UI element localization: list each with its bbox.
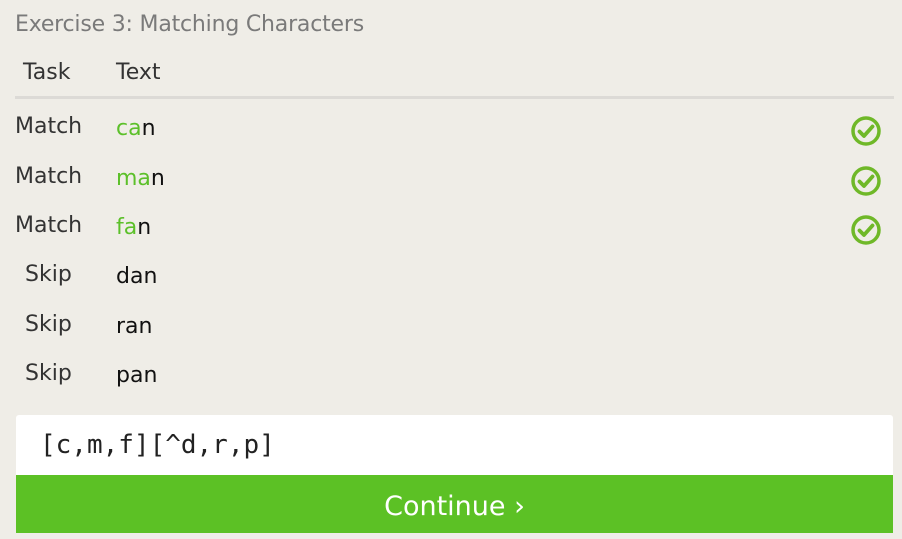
unmatched-text: ran: [116, 314, 153, 339]
unmatched-text: pan: [116, 363, 158, 388]
task-column-header: Task: [23, 60, 71, 85]
row-text: man: [116, 166, 165, 191]
row-text: can: [116, 116, 156, 141]
text-column-header: Text: [116, 60, 161, 85]
check-icon: [851, 116, 881, 146]
task-label: Skip: [25, 361, 72, 386]
matched-text: fa: [116, 215, 138, 240]
row-text: dan: [116, 264, 157, 289]
unmatched-text: dan: [116, 264, 158, 289]
unmatched-text: n: [137, 215, 152, 240]
regex-input[interactable]: [40, 425, 860, 465]
matched-text: ca: [116, 116, 142, 141]
check-icon: [851, 215, 881, 245]
table-row: Match can: [15, 114, 894, 154]
continue-button[interactable]: Continue ›: [16, 475, 893, 533]
row-text: fan: [116, 215, 151, 240]
table-row: Skip dan: [15, 262, 894, 302]
task-label: Match: [15, 164, 83, 189]
table-row: Match man: [15, 164, 894, 204]
task-label: Skip: [25, 312, 72, 337]
task-label: Match: [15, 213, 83, 238]
row-text: pan: [116, 363, 157, 388]
exercise-title: Exercise 3: Matching Characters: [15, 12, 364, 37]
row-text: ran: [116, 314, 152, 339]
regex-input-container: [16, 415, 893, 475]
check-icon: [851, 166, 881, 196]
task-label: Skip: [25, 262, 72, 287]
table-row: Skip ran: [15, 312, 894, 352]
matched-text: ma: [116, 166, 151, 191]
table-header: Task Text: [15, 58, 894, 99]
task-label: Match: [15, 114, 83, 139]
unmatched-text: n: [141, 116, 156, 141]
unmatched-text: n: [150, 166, 165, 191]
table-row: Match fan: [15, 213, 894, 253]
table-row: Skip pan: [15, 361, 894, 401]
